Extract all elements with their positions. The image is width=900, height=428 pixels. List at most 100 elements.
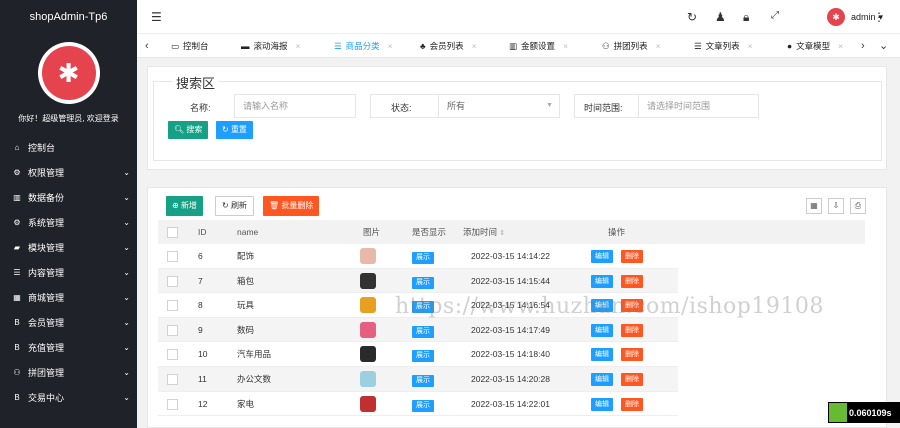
th-image: 图片 [363,227,381,237]
lock-icon[interactable]: 🔒︎ [743,10,749,25]
delete-button[interactable]: 删除 [621,373,643,386]
sidebar-item-8[interactable]: B 充值管理 ⌄ [0,335,137,360]
show-badge[interactable]: 展示 [412,399,434,412]
more-icon[interactable]: ⋮ [873,10,885,24]
sort-icon[interactable]: ⇕ [499,230,505,237]
sidebar-item-1[interactable]: ⚙ 权限管理 ⌄ [0,160,137,185]
fullscreen-icon[interactable]: ⤢ [771,10,779,21]
reset-icon: ↻ [222,125,229,134]
edit-button[interactable]: 编辑 [591,274,613,288]
sidebar-item-5[interactable]: ☰ 内容管理 ⌄ [0,260,137,285]
bitcoin-icon: B [14,343,20,352]
chevron-down-icon: ⌄ [123,293,130,302]
close-icon[interactable]: × [748,41,753,51]
row-checkbox[interactable] [167,251,178,262]
cell-time: 2022-03-15 14:20:28 [471,374,550,384]
show-badge[interactable]: 展示 [412,375,434,387]
tab-label: 控制台 [183,41,209,51]
sidebar-item-6[interactable]: ▦ 商城管理 ⌄ [0,285,137,310]
sidebar-item-10[interactable]: B 交易中心 ⌄ [0,385,137,410]
sidebar-item-9[interactable]: ⚇ 拼团管理 ⌄ [0,360,137,385]
close-icon[interactable]: × [838,41,843,51]
select-all-checkbox[interactable] [167,227,178,238]
chevron-down-icon: ⌄ [123,168,130,177]
render-timer: 0.060109s [828,402,900,423]
sidebar-item-label: 拼团管理 [28,368,65,378]
delete-button[interactable]: 删除 [621,250,643,263]
sidebar-item-label: 系统管理 [28,218,65,228]
tab-2[interactable]: ☰ 商品分类 × [322,34,393,58]
tab-0[interactable]: ▭ 控制台 [159,34,209,58]
time-range-input[interactable]: 请选择时间范围 [638,94,759,118]
row-checkbox[interactable] [167,398,178,410]
sidebar-item-4[interactable]: ▰ 模块管理 ⌄ [0,235,137,260]
sidebar-item-7[interactable]: B 会员管理 ⌄ [0,310,137,335]
tab-4[interactable]: ▥ 金额设置 × [497,34,568,58]
show-badge[interactable]: 展示 [412,252,434,264]
columns-icon[interactable]: ▦ [806,198,822,214]
close-icon[interactable]: × [296,41,301,51]
edit-button[interactable]: 编辑 [591,397,613,411]
show-badge[interactable]: 展示 [412,325,434,338]
menu-toggle-icon[interactable]: ☰ [151,10,162,24]
cell-id: 10 [198,349,208,360]
sidebar-item-2[interactable]: ▥ 数据备份 ⌄ [0,185,137,210]
tab-5[interactable]: ⚇ 拼团列表 × [590,34,661,58]
tab-label: 会员列表 [429,41,464,51]
monitor-icon: ▭ [171,41,180,51]
search-button[interactable]: 🔍︎ 搜索 [168,121,209,139]
search-button-label: 搜索 [186,125,203,134]
edit-button[interactable]: 编辑 [591,348,613,362]
delete-button[interactable]: 删除 [621,323,643,337]
cell-time: 2022-03-15 14:18:40 [471,349,550,360]
close-icon[interactable]: × [656,41,661,51]
notification-icon[interactable]: ♟ [715,10,726,24]
show-badge[interactable]: 展示 [412,276,434,289]
tab-7[interactable]: ● 文章模型 × [775,34,843,58]
table-row: 12 家电 展示 2022-03-15 14:22:01 编辑 删除 [158,392,678,417]
status-select[interactable]: 所有 ▼ [438,94,560,118]
close-icon[interactable]: × [472,41,477,51]
row-checkbox[interactable] [167,349,178,361]
sidebar-item-3[interactable]: ⚙ 系统管理 ⌄ [0,210,137,235]
row-checkbox[interactable] [167,300,178,312]
edit-button[interactable]: 编辑 [591,250,613,263]
print-icon[interactable]: ⎙ [850,198,866,214]
refresh-icon[interactable]: ↻ [687,10,697,24]
close-icon[interactable]: × [563,41,568,51]
row-checkbox[interactable] [167,374,178,385]
batch-delete-button[interactable]: 🗑︎ 批量删除 [263,196,320,216]
reset-button[interactable]: ↻ 重置 [216,121,253,139]
avatar[interactable]: ✱ [37,42,100,104]
show-badge[interactable]: 展示 [412,350,434,363]
row-checkbox[interactable] [167,324,178,336]
sidebar-item-label: 权限管理 [28,168,65,178]
delete-button[interactable]: 删除 [621,274,643,288]
tabs-dropdown-icon[interactable]: ⌄ [879,34,888,58]
cell-name: 汽车用品 [237,349,272,360]
th-time[interactable]: 添加时间 ⇕ [463,220,505,244]
edit-button[interactable]: 编辑 [591,323,613,337]
sidebar-item-0[interactable]: ⌂ 控制台 [0,135,137,160]
delete-button[interactable]: 删除 [621,348,643,362]
cell-time: 2022-03-15 14:17:49 [471,324,550,335]
row-checkbox[interactable] [167,275,178,287]
tab-label: 文章列表 [705,41,740,51]
tab-3[interactable]: ♣ 会员列表 × [408,34,477,58]
tabs-left-arrow-icon[interactable]: ‹ [145,34,149,58]
chevron-down-icon: ⌄ [123,393,130,402]
tab-6[interactable]: ☰ 文章列表 × [682,34,753,58]
edit-button[interactable]: 编辑 [591,373,613,386]
batch-delete-label: 批量删除 [281,201,314,210]
refresh-button[interactable]: ↻ 刷新 [215,196,254,216]
sidebar-item-label: 数据备份 [28,193,65,203]
close-icon[interactable]: × [388,41,393,51]
tabs-right-arrow-icon[interactable]: › [861,34,865,58]
export-icon[interactable]: ⇩ [828,198,844,214]
tab-1[interactable]: ▬ 滚动海报 × [229,34,300,58]
name-input[interactable]: 请输入名称 [234,94,356,118]
delete-button[interactable]: 删除 [621,397,643,411]
table-row: 6 配饰 展示 2022-03-15 14:14:22 编辑 删除 [158,244,678,269]
add-button[interactable]: ⊕ 新增 [166,196,203,216]
sidebar-menu: ⌂ 控制台 ⚙ 权限管理 ⌄ ▥ 数据备份 ⌄ ⚙ 系统管理 ⌄ ▰ 模块管理 ⌄ ☰ 内容管理 ⌄ ▦ 商城管理 ⌄… [0,135,137,410]
